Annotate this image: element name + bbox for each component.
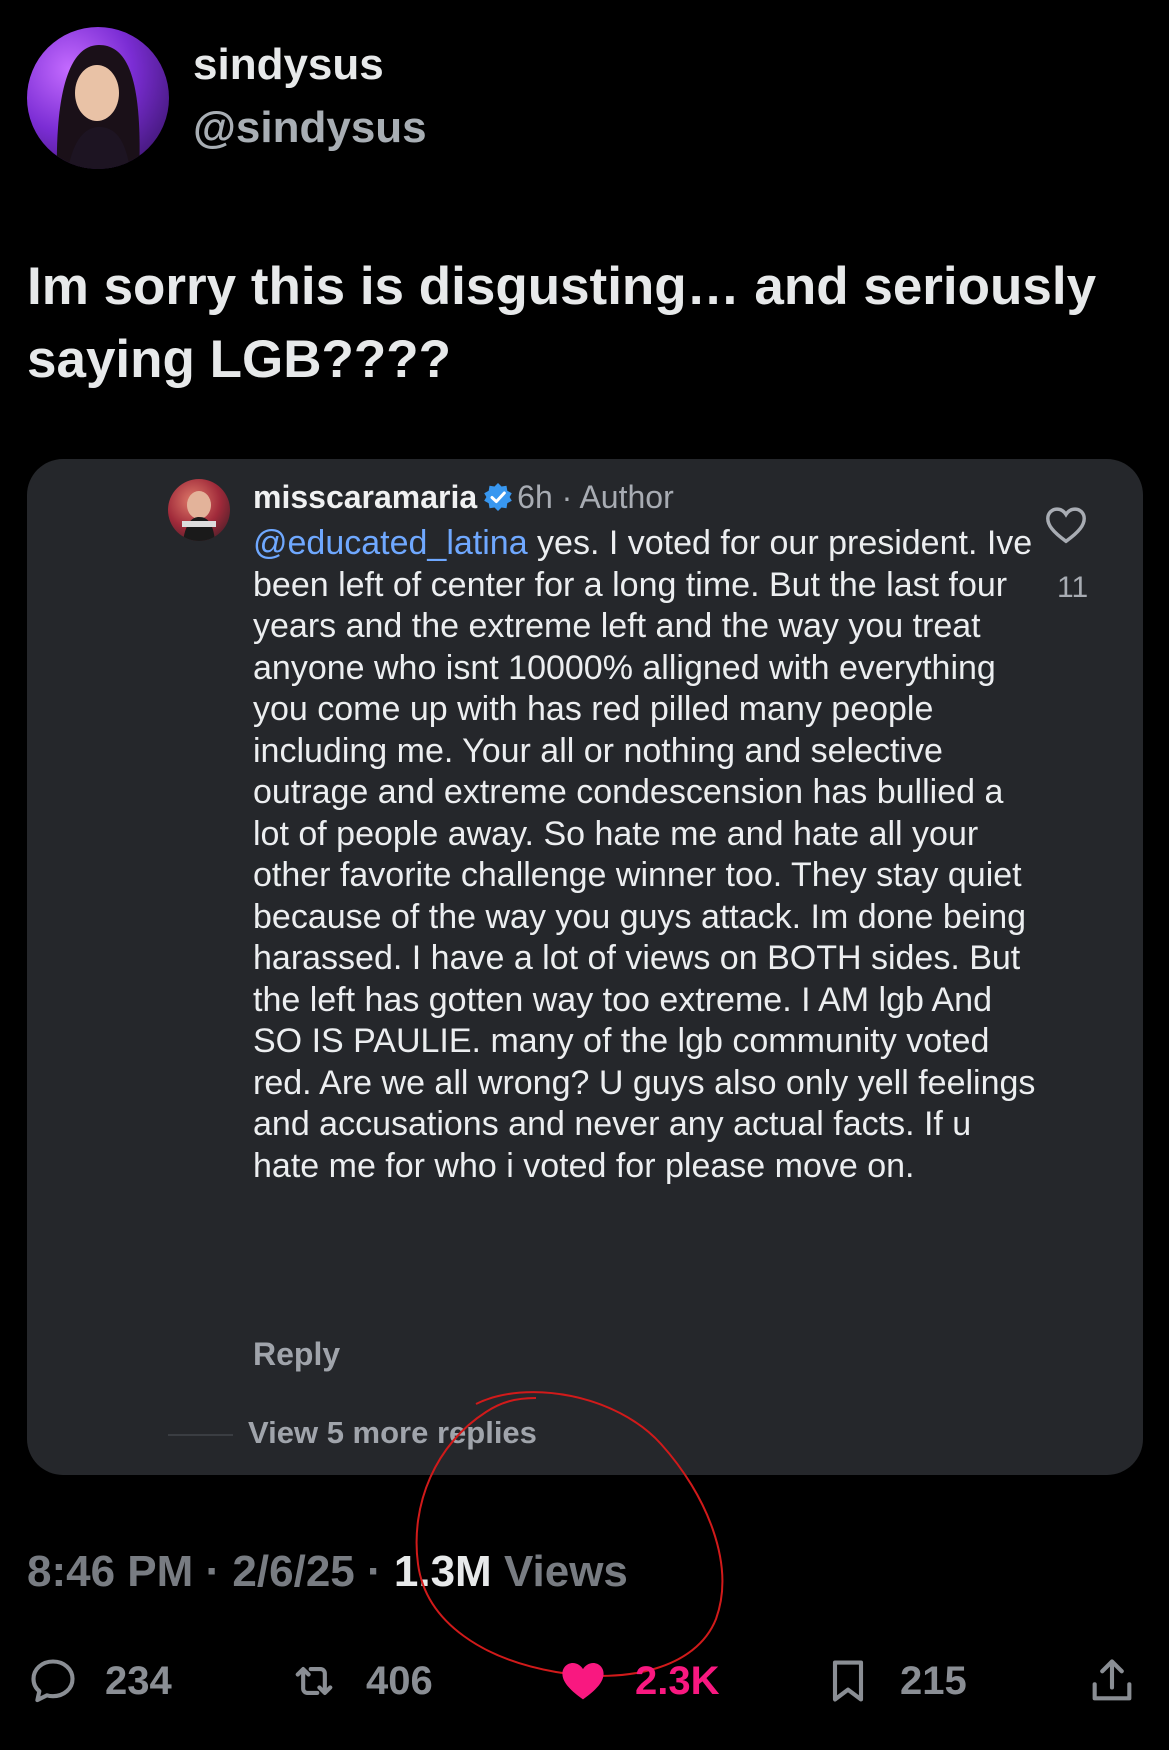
- commenter-avatar[interactable]: [168, 479, 230, 541]
- tweet-time: 8:46 PM: [27, 1547, 194, 1596]
- meta-separator: ·: [367, 1547, 382, 1596]
- reply-icon: [31, 1659, 75, 1703]
- author-handle[interactable]: @sindysus: [193, 103, 427, 153]
- quoted-comment-card[interactable]: misscaramaria 6h · Author @educated_latin…: [27, 459, 1143, 1475]
- comment-body: @educated_latina yes. I voted for our pr…: [253, 523, 1043, 1187]
- author-avatar[interactable]: [27, 27, 169, 169]
- repost-action[interactable]: 406: [288, 1656, 433, 1706]
- header-separator: ·: [561, 479, 573, 515]
- bookmark-action[interactable]: 215: [822, 1656, 967, 1706]
- views-label: Views: [503, 1547, 628, 1596]
- reply-count: 234: [105, 1658, 172, 1703]
- tweet-date: 2/6/25: [232, 1547, 355, 1596]
- author-tag: Author: [579, 479, 674, 515]
- bookmark-icon: [832, 1660, 864, 1702]
- comment-text: yes. I voted for our president. Ive been…: [253, 524, 1036, 1185]
- comment-like-count: 11: [1057, 571, 1089, 604]
- share-icon: [1092, 1659, 1132, 1701]
- commenter-username[interactable]: misscaramaria: [253, 479, 477, 515]
- repost-count: 406: [366, 1658, 433, 1703]
- comment-header: misscaramaria 6h · Author: [253, 479, 674, 516]
- comment-time: 6h: [517, 479, 553, 515]
- share-action[interactable]: [1086, 1656, 1164, 1706]
- tweet-text: Im sorry this is disgusting… and serious…: [27, 257, 1097, 389]
- comment-reply-button[interactable]: Reply: [253, 1336, 340, 1373]
- author-name[interactable]: sindysus: [193, 40, 384, 90]
- mention-link[interactable]: @educated_latina: [253, 524, 528, 562]
- reply-action[interactable]: 234: [27, 1656, 172, 1706]
- meta-separator: ·: [205, 1547, 221, 1596]
- like-action[interactable]: 2.3K: [557, 1656, 720, 1706]
- view-more-replies-button[interactable]: View 5 more replies: [248, 1415, 537, 1451]
- divider: [168, 1434, 233, 1436]
- verified-icon: [483, 482, 513, 512]
- heart-icon: [562, 1663, 604, 1700]
- comment-heart-icon[interactable]: [1043, 502, 1089, 548]
- like-count: 2.3K: [635, 1658, 720, 1703]
- views-count: 1.3M: [393, 1547, 492, 1596]
- repost-icon: [295, 1667, 333, 1695]
- bookmark-count: 215: [900, 1658, 967, 1703]
- tweet-meta: 8:46 PM · 2/6/25 · 1.3M Views: [27, 1547, 628, 1597]
